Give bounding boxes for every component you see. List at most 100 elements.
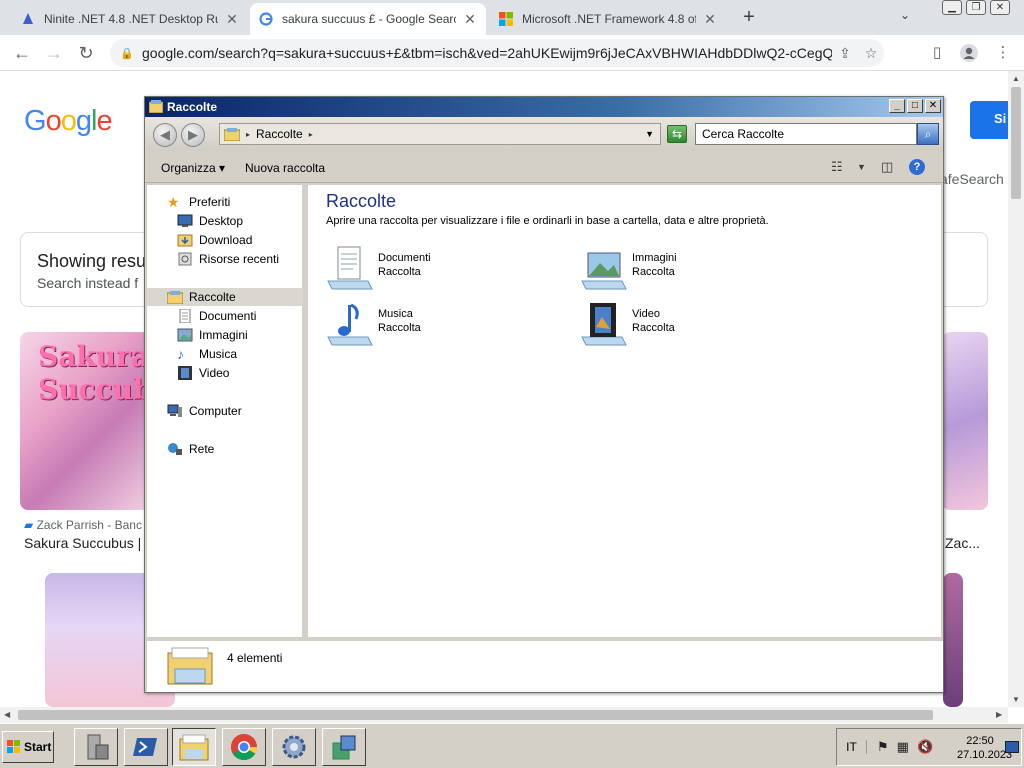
clock[interactable]: 22:50 27.10.2023 [957, 734, 1013, 762]
address-bar[interactable]: 🔒 google.com/search?q=sakura+succuus+£&t… [110, 39, 884, 67]
volume-muted-icon[interactable]: 🔇 [917, 739, 933, 755]
taskbar-settings[interactable] [272, 728, 316, 766]
close-tab-icon[interactable]: ✕ [224, 11, 240, 27]
server-manager-icon [87, 734, 109, 760]
tree-item-favorites[interactable]: ★ Preferiti [167, 193, 230, 211]
computer-icon [167, 404, 182, 417]
result-thumbnail[interactable] [942, 332, 988, 510]
microsoft-favicon-icon [498, 11, 514, 27]
breadcrumb-item[interactable]: Raccolte [256, 127, 303, 141]
explorer-title-bar[interactable]: Raccolte _ □ ✕ [145, 97, 943, 117]
tree-item-download[interactable]: Download [177, 231, 252, 249]
show-desktop-icon[interactable] [1005, 741, 1019, 753]
window-title: Raccolte [167, 100, 218, 114]
result-title[interactable]: Sakura Succubus | [24, 535, 141, 551]
tree-item-images[interactable]: Immagini [177, 326, 248, 344]
maximize-button[interactable]: □ [907, 99, 923, 113]
result-source[interactable]: ▰ Zack Parrish - Banc [24, 518, 142, 532]
breadcrumb-chevron-icon[interactable]: ▸ [309, 130, 313, 139]
sign-in-button[interactable]: Si [970, 101, 1008, 139]
side-panel-icon[interactable]: ▯ [926, 43, 948, 63]
time: 22:50 [966, 735, 994, 747]
library-images[interactable]: Immagini Raccolta [580, 245, 820, 295]
documents-library-icon [327, 246, 373, 290]
result-thumbnail[interactable]: Sakura Succubus [20, 332, 150, 510]
view-dropdown-icon[interactable]: ▼ [857, 162, 866, 172]
search-input[interactable]: Cerca Raccolte [695, 123, 917, 145]
tree-item-recent[interactable]: Risorse recenti [177, 250, 279, 268]
tree-item-desktop[interactable]: Desktop [177, 212, 243, 230]
share-icon[interactable]: ⇪ [832, 45, 858, 62]
close-tab-icon[interactable]: ✕ [702, 11, 718, 27]
breadcrumb-separator-icon[interactable]: ▸ [246, 130, 250, 139]
view-options-icon[interactable]: ☷ [831, 159, 843, 175]
tree-item-documents[interactable]: Documenti [177, 307, 256, 325]
library-documents[interactable]: Documenti Raccolta [326, 245, 566, 295]
taskbar-installer[interactable] [322, 728, 366, 766]
close-tab-icon[interactable]: ✕ [462, 11, 478, 27]
refresh-button[interactable]: ⇆ [667, 125, 687, 143]
maximize-button[interactable]: ❐ [966, 0, 986, 15]
taskbar-server-manager[interactable] [74, 728, 118, 766]
start-button[interactable]: Start [2, 731, 54, 763]
taskbar-powershell[interactable] [124, 728, 168, 766]
close-button[interactable]: ✕ [925, 99, 941, 113]
browser-toolbar: ← → ↻ 🔒 google.com/search?q=sakura+succu… [0, 35, 1024, 71]
action-center-flag-icon[interactable]: ⚑ [877, 739, 889, 755]
browser-tab-strip: Ninite .NET 4.8 .NET Desktop Runti ✕ sak… [0, 0, 1024, 35]
library-video[interactable]: Video Raccolta [580, 301, 820, 351]
result-thumbnail[interactable] [943, 573, 963, 707]
explorer-folder-icon [179, 734, 209, 761]
google-logo[interactable]: Google [24, 105, 113, 138]
address-bar[interactable]: ▸ Raccolte ▸ ▼ [219, 123, 661, 145]
tree-item-music[interactable]: ♪ Musica [177, 345, 237, 363]
forward-button[interactable]: ▶ [181, 123, 205, 147]
images-library-icon [581, 252, 627, 290]
address-dropdown-icon[interactable]: ▼ [645, 129, 654, 139]
library-name: Immagini [632, 252, 677, 264]
reload-icon[interactable]: ↻ [74, 42, 98, 64]
help-icon[interactable]: ? [909, 159, 925, 175]
result-title[interactable]: Zac... [945, 535, 980, 551]
new-tab-button[interactable]: + [738, 6, 760, 28]
safesearch-link[interactable]: afeSearch [940, 171, 1004, 187]
bookmark-star-icon[interactable]: ☆ [858, 45, 884, 62]
tree-item-video[interactable]: Video [177, 364, 229, 382]
profile-avatar-icon[interactable] [958, 43, 980, 63]
language-indicator[interactable]: IT [837, 740, 867, 754]
library-music[interactable]: Musica Raccolta [326, 301, 566, 351]
google-favicon-icon [258, 11, 274, 27]
menu-kebab-icon[interactable]: ⋮ [992, 43, 1014, 63]
taskbar: Start IT ⚑ ▦ 🔇 22:50 27.10.2023 [0, 723, 1024, 768]
preview-pane-icon[interactable]: ◫ [881, 159, 893, 175]
page-title: Raccolte [326, 191, 397, 211]
tree-item-libraries[interactable]: Raccolte [147, 288, 303, 306]
music-note-icon: ♪ [177, 346, 184, 362]
network-icon [168, 443, 182, 455]
organize-button[interactable]: Organizza ▾ [161, 161, 225, 175]
back-button[interactable]: ◀ [153, 123, 177, 147]
back-arrow-icon[interactable]: ← [10, 42, 34, 64]
minimize-button[interactable]: _ [889, 99, 905, 113]
tab-google-search[interactable]: sakura succuus £ - Google Search ✕ [250, 3, 486, 35]
tab-ninite[interactable]: Ninite .NET 4.8 .NET Desktop Runti ✕ [12, 3, 248, 35]
horizontal-scrollbar[interactable]: ◀ ▶ [0, 707, 1008, 723]
network-tray-icon[interactable]: ▦ [897, 739, 909, 755]
libraries-icon [149, 100, 163, 113]
forward-arrow-icon[interactable]: → [42, 42, 66, 64]
tab-search-chevron-icon[interactable]: ⌄ [896, 8, 914, 26]
desktop-icon [177, 214, 193, 227]
date: 27.10.2023 [957, 749, 1013, 761]
minimize-button[interactable]: ▁ [942, 0, 962, 15]
close-window-button[interactable]: ✕ [990, 0, 1010, 15]
search-icon[interactable]: ⌕ [917, 123, 939, 145]
tab-microsoft[interactable]: Microsoft .NET Framework 4.8 offlin ✕ [490, 3, 726, 35]
search-instead-link[interactable]: Search instead f [37, 275, 138, 291]
taskbar-explorer[interactable] [172, 728, 216, 766]
vertical-scrollbar[interactable]: ▲ ▼ [1008, 71, 1024, 707]
tree-item-computer[interactable]: Computer [167, 402, 242, 420]
details-pane: 4 elementi [147, 639, 943, 692]
new-collection-button[interactable]: Nuova raccolta [245, 161, 325, 175]
tree-item-network[interactable]: Rete [167, 440, 214, 458]
taskbar-chrome[interactable] [222, 728, 266, 766]
